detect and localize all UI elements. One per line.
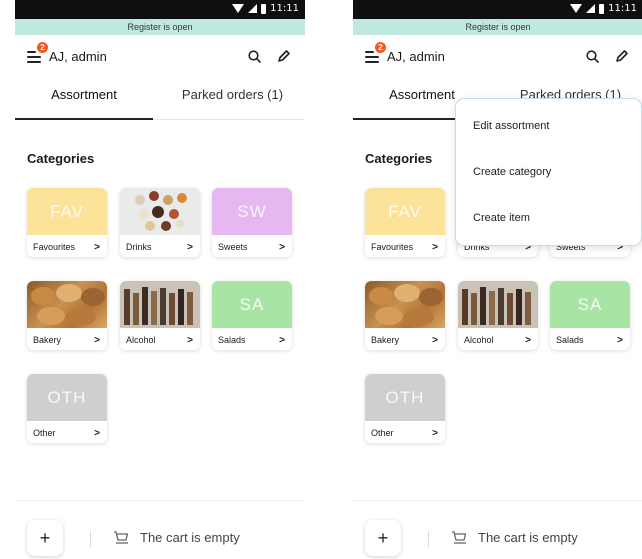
signal-icon bbox=[586, 4, 596, 13]
category-tile: SA bbox=[212, 281, 292, 328]
menu-item-edit-assortment[interactable]: Edit assortment bbox=[473, 120, 549, 132]
drinks-image bbox=[120, 188, 200, 235]
categories-title: Categories bbox=[365, 151, 433, 166]
chevron-right-icon: > bbox=[432, 242, 438, 253]
category-label: Sweets bbox=[218, 242, 248, 252]
category-tile: OTH bbox=[365, 374, 445, 421]
category-label: Other bbox=[371, 428, 394, 438]
category-label: Salads bbox=[218, 335, 246, 345]
actions-dropdown-menu: Edit assortment Create category Create i… bbox=[455, 98, 642, 246]
tab-parked-orders[interactable]: Parked orders (1) bbox=[160, 87, 305, 102]
bottom-bar: + The cart is empty bbox=[15, 500, 305, 559]
user-name: AJ, admin bbox=[387, 49, 445, 64]
user-name: AJ, admin bbox=[49, 49, 107, 64]
category-label: Bakery bbox=[33, 335, 62, 345]
chevron-right-icon: > bbox=[432, 335, 438, 346]
category-tile: FAV bbox=[27, 188, 107, 235]
category-card-other[interactable]: OTH Other > bbox=[27, 374, 107, 443]
battery-icon bbox=[599, 3, 605, 14]
search-icon[interactable] bbox=[586, 50, 599, 63]
notification-badge: 2 bbox=[375, 42, 386, 53]
chevron-right-icon: > bbox=[94, 428, 100, 439]
status-bar: 11:11 bbox=[15, 0, 305, 19]
category-label: Other bbox=[33, 428, 56, 438]
category-tile: OTH bbox=[27, 374, 107, 421]
category-card-salads[interactable]: SA Salads > bbox=[212, 281, 292, 350]
alcohol-image bbox=[458, 281, 538, 328]
wifi-icon bbox=[570, 4, 583, 13]
category-card-other[interactable]: OTH Other > bbox=[365, 374, 445, 443]
category-label: Favourites bbox=[33, 242, 76, 252]
phone-screen-right: 11:11 Register is open 2 AJ, admin Assor… bbox=[353, 0, 642, 559]
cart-status: The cart is empty bbox=[140, 530, 240, 545]
chevron-right-icon: > bbox=[94, 242, 100, 253]
phone-screen-left: 11:11 Register is open 2 AJ, admin Assor… bbox=[15, 0, 305, 559]
app-bar: 2 AJ, admin bbox=[353, 35, 642, 79]
pencil-icon[interactable] bbox=[277, 49, 291, 63]
cart-icon bbox=[452, 531, 467, 544]
bottom-bar: + The cart is empty bbox=[353, 500, 642, 559]
notification-badge: 2 bbox=[37, 42, 48, 53]
category-card-alcohol[interactable]: Alcohol > bbox=[120, 281, 200, 350]
chevron-right-icon: > bbox=[279, 242, 285, 253]
signal-icon bbox=[248, 4, 258, 13]
chevron-right-icon: > bbox=[617, 335, 623, 346]
register-banner: Register is open bbox=[353, 19, 642, 35]
battery-icon bbox=[261, 3, 267, 14]
pencil-icon[interactable] bbox=[615, 49, 629, 63]
status-time: 11:11 bbox=[608, 3, 637, 14]
tab-bar: Assortment Parked orders (1) bbox=[15, 79, 305, 120]
category-card-bakery[interactable]: Bakery > bbox=[27, 281, 107, 350]
category-card-bakery[interactable]: Bakery > bbox=[365, 281, 445, 350]
category-card-salads[interactable]: SA Salads > bbox=[550, 281, 630, 350]
tab-active-indicator bbox=[15, 118, 153, 120]
category-label: Alcohol bbox=[464, 335, 494, 345]
chevron-right-icon: > bbox=[525, 335, 531, 346]
category-tile: FAV bbox=[365, 188, 445, 235]
category-card-favourites[interactable]: FAV Favourites > bbox=[365, 188, 445, 257]
cart-status: The cart is empty bbox=[478, 530, 578, 545]
cart-icon bbox=[114, 531, 129, 544]
category-label: Alcohol bbox=[126, 335, 156, 345]
search-icon[interactable] bbox=[248, 50, 261, 63]
menu-item-create-category[interactable]: Create category bbox=[473, 166, 551, 178]
status-time: 11:11 bbox=[270, 3, 299, 14]
tab-assortment[interactable]: Assortment bbox=[15, 87, 153, 102]
category-card-favourites[interactable]: FAV Favourites > bbox=[27, 188, 107, 257]
category-label: Favourites bbox=[371, 242, 414, 252]
category-tile: SA bbox=[550, 281, 630, 328]
chevron-right-icon: > bbox=[187, 242, 193, 253]
add-button[interactable]: + bbox=[27, 520, 63, 556]
status-bar: 11:11 bbox=[353, 0, 642, 19]
category-tile: SW bbox=[212, 188, 292, 235]
category-label: Salads bbox=[556, 335, 584, 345]
category-card-sweets[interactable]: SW Sweets > bbox=[212, 188, 292, 257]
bakery-image bbox=[365, 281, 445, 328]
app-bar: 2 AJ, admin bbox=[15, 35, 305, 79]
chevron-right-icon: > bbox=[432, 428, 438, 439]
chevron-right-icon: > bbox=[187, 335, 193, 346]
category-card-drinks[interactable]: Drinks > bbox=[120, 188, 200, 257]
chevron-right-icon: > bbox=[279, 335, 285, 346]
alcohol-image bbox=[120, 281, 200, 328]
categories-title: Categories bbox=[27, 151, 95, 166]
menu-item-create-item[interactable]: Create item bbox=[473, 212, 530, 224]
bakery-image bbox=[27, 281, 107, 328]
divider bbox=[90, 531, 91, 547]
chevron-right-icon: > bbox=[94, 335, 100, 346]
wifi-icon bbox=[232, 4, 245, 13]
register-banner: Register is open bbox=[15, 19, 305, 35]
category-label: Bakery bbox=[371, 335, 400, 345]
divider bbox=[428, 531, 429, 547]
add-button[interactable]: + bbox=[365, 520, 401, 556]
category-card-alcohol[interactable]: Alcohol > bbox=[458, 281, 538, 350]
category-label: Drinks bbox=[126, 242, 152, 252]
